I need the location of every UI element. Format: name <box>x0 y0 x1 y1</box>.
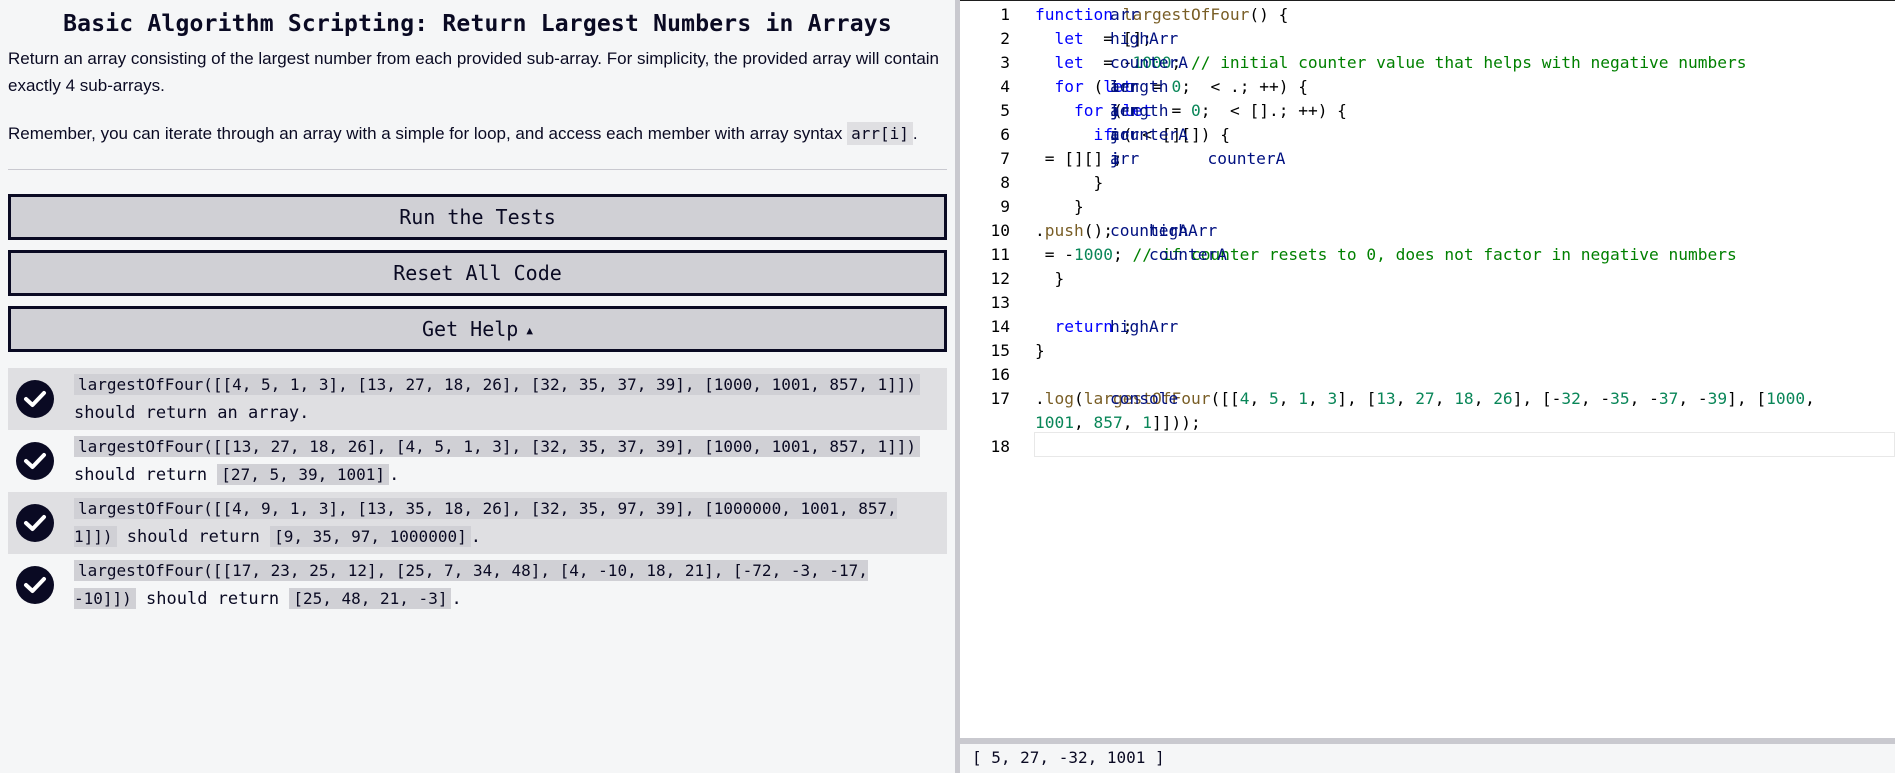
line-number: 8 <box>1000 173 1010 192</box>
line-number: 15 <box>990 341 1011 360</box>
line-number: 18 <box>990 437 1011 456</box>
test-expected-result: [9, 35, 97, 1000000] <box>270 526 471 547</box>
test-text: largestOfFour([[4, 9, 1, 3], [13, 35, 18… <box>74 495 939 551</box>
code-line[interactable]: 13 <box>960 291 1895 315</box>
line-number: 10 <box>990 221 1011 240</box>
test-end: . <box>451 589 462 609</box>
line-number: 13 <box>990 293 1011 312</box>
reset-code-button[interactable]: Reset All Code <box>8 250 947 296</box>
test-end: . <box>389 465 400 485</box>
test-description: should return <box>74 465 218 485</box>
test-expected-result: [27, 5, 39, 1001] <box>217 464 390 485</box>
code-line[interactable]: 14 return highArr; <box>960 315 1895 339</box>
test-text: largestOfFour([[13, 27, 18, 26], [4, 5, … <box>74 433 939 489</box>
test-end: . <box>470 527 481 547</box>
code-line[interactable]: 11 counterA = -1000; // if counter reset… <box>960 243 1895 267</box>
code-text: } <box>1035 197 1084 216</box>
code-text: } <box>1035 269 1065 288</box>
code-line[interactable]: 9 } <box>960 195 1895 219</box>
code-line[interactable]: 6 if (counterA < arr[i][j]) { <box>960 123 1895 147</box>
check-circle-icon <box>16 504 54 542</box>
line-number: 1 <box>1000 5 1010 24</box>
code-line[interactable]: 5 for (let j = 0; j < arr[i]. length; j ++… <box>960 99 1895 123</box>
test-text: largestOfFour([[17, 23, 25, 12], [25, 7,… <box>74 557 939 613</box>
get-help-label: Get Help <box>422 317 519 341</box>
code-text: console .log(largestOfFour([[4, 5, 1, 3],… <box>1035 389 1815 408</box>
divider <box>8 169 947 170</box>
code-line[interactable]: 1 function largestOfFour(arr) { <box>960 3 1895 27</box>
code-line[interactable]: 8 } <box>960 171 1895 195</box>
check-circle-icon <box>16 566 54 604</box>
code-text: counterA = arr[i][j] ; <box>1035 149 1286 168</box>
code-line[interactable]: 15} <box>960 339 1895 363</box>
test-list: largestOfFour([[4, 5, 1, 3], [13, 27, 18… <box>8 368 947 616</box>
code-text: for (let i = 0; i < arr. length; i ++) { <box>1035 77 1308 96</box>
line-number: 14 <box>990 317 1011 336</box>
challenge-description: Return an array consisting of the larges… <box>8 45 947 147</box>
description-paragraph-2: Remember, you can iterate through an arr… <box>8 120 947 147</box>
code-text: counterA = -1000; // if counter resets t… <box>1035 245 1737 264</box>
line-number: 16 <box>990 365 1011 384</box>
test-expected-result: [25, 48, 21, -3] <box>289 588 452 609</box>
test-description: should return an array. <box>74 403 310 423</box>
code-line[interactable]: 16 <box>960 363 1895 387</box>
code-line[interactable]: 17 console .log(largestOfFour([[4, 5, 1, 3… <box>960 387 1895 411</box>
challenge-title: Basic Algorithm Scripting: Return Larges… <box>63 11 892 37</box>
code-text: if (counterA < arr[i][j]) { <box>1035 125 1230 144</box>
code-line[interactable]: 2 let highArr = []; <box>960 27 1895 51</box>
description-text: Remember, you can iterate through an arr… <box>8 124 848 143</box>
line-number: 12 <box>990 269 1011 288</box>
description-period: . <box>912 124 918 143</box>
get-help-button[interactable]: Get Help ▲ <box>8 306 947 352</box>
console-output: [ 5, 27, -32, 1001 ] <box>960 744 1895 773</box>
code-line[interactable]: 4 for (let i = 0; i < arr. length; i ++) { <box>960 75 1895 99</box>
code-line[interactable]: 1001, 857, 1]])); <box>960 411 1895 435</box>
line-number: 9 <box>1000 197 1010 216</box>
code-text: let counterA = -1000; // initial counter… <box>1035 53 1747 72</box>
line-number: 4 <box>1000 77 1010 96</box>
code-line[interactable]: 18 <box>960 435 1895 459</box>
test-item: largestOfFour([[17, 23, 25, 12], [25, 7,… <box>8 554 947 616</box>
code-text: for (let j = 0; j < arr[i]. length; j ++) … <box>1035 101 1347 120</box>
test-item: largestOfFour([[4, 5, 1, 3], [13, 27, 18… <box>8 368 947 430</box>
test-code: largestOfFour([[13, 27, 18, 26], [4, 5, … <box>74 436 921 457</box>
code-text: } <box>1035 341 1045 360</box>
description-paragraph-1: Return an array consisting of the larges… <box>8 49 939 95</box>
test-text: largestOfFour([[4, 5, 1, 3], [13, 27, 18… <box>74 371 939 427</box>
challenge-panel: Basic Algorithm Scripting: Return Larges… <box>0 0 955 773</box>
code-line[interactable]: 12 } <box>960 267 1895 291</box>
line-number: 2 <box>1000 29 1010 48</box>
test-code: largestOfFour([[4, 5, 1, 3], [13, 27, 18… <box>74 374 921 395</box>
code-text: 1001, 857, 1]])); <box>1035 413 1201 432</box>
inline-code: arr[i] <box>847 122 913 145</box>
line-number: 5 <box>1000 101 1010 120</box>
line-number: 11 <box>990 245 1011 264</box>
code-text: highArr .push(counterA); <box>1035 221 1218 240</box>
run-tests-button[interactable]: Run the Tests <box>8 194 947 240</box>
code-text: function largestOfFour(arr) { <box>1035 5 1289 24</box>
code-line[interactable]: 7 counterA = arr[i][j] ; <box>960 147 1895 171</box>
check-circle-icon <box>16 442 54 480</box>
line-number: 17 <box>990 389 1011 408</box>
line-number: 3 <box>1000 53 1010 72</box>
check-circle-icon <box>16 380 54 418</box>
code-text: let highArr = []; <box>1035 29 1179 48</box>
code-line[interactable]: 10 highArr .push(counterA); <box>960 219 1895 243</box>
test-item: largestOfFour([[13, 27, 18, 26], [4, 5, … <box>8 430 947 492</box>
code-text: return highArr; <box>1035 317 1179 336</box>
test-item: largestOfFour([[4, 9, 1, 3], [13, 35, 18… <box>8 492 947 554</box>
test-description: should return <box>116 527 271 547</box>
code-line[interactable]: 3 let counterA = -1000; // initial count… <box>960 51 1895 75</box>
code-text: } <box>1035 173 1104 192</box>
line-number: 7 <box>1000 149 1010 168</box>
code-editor[interactable]: 1 function largestOfFour(arr) { 2 let high… <box>960 0 1895 738</box>
test-description: should return <box>135 589 290 609</box>
caret-up-icon: ▲ <box>526 324 533 337</box>
line-number: 6 <box>1000 125 1010 144</box>
